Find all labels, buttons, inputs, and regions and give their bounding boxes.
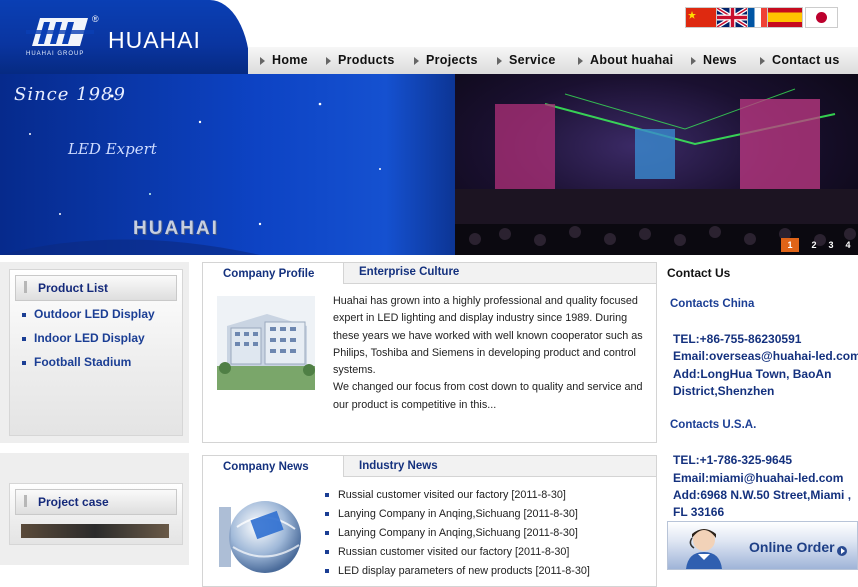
product-item-outdoor[interactable]: Outdoor LED Display [22, 307, 155, 321]
tab-industry-news[interactable]: Industry News [359, 460, 438, 472]
contacts-china-heading: Contacts China [670, 298, 755, 310]
news-tabs: Company News Industry News [203, 456, 656, 477]
banner-since-text: Since 1989 [14, 84, 126, 105]
tab-company-profile[interactable]: Company Profile [203, 263, 344, 284]
banner-page-4[interactable]: 4 [839, 238, 857, 252]
support-agent-icon [686, 529, 722, 569]
product-item-football[interactable]: Football Stadium [22, 355, 131, 369]
news-item-label: Russian customer visited our factory [20… [338, 546, 570, 558]
nav-projects[interactable]: Projects [414, 53, 478, 67]
bullet-icon [325, 531, 329, 536]
product-list-box: Product List Outdoor LED Display Indoor … [0, 262, 189, 443]
banner-tagline: LED Expert [68, 140, 157, 158]
project-case-image[interactable] [21, 524, 169, 538]
banner-page-1[interactable]: 1 [781, 238, 799, 252]
product-item-label: Indoor LED Display [34, 331, 145, 345]
contact-us-title: Contact Us [667, 266, 731, 280]
project-case-box: Project case [0, 453, 189, 565]
japan-flag-icon[interactable] [806, 8, 837, 27]
main-nav: Home Products Projects Service About hua… [248, 47, 858, 75]
project-case-panel: Project case [9, 483, 183, 545]
news-item[interactable]: LED display parameters of new products [… [325, 565, 590, 577]
header-bar-icon [24, 281, 27, 293]
bullet-icon [325, 512, 329, 517]
news-globe-image [217, 487, 301, 577]
nav-about-huahai[interactable]: About huahai [577, 53, 673, 67]
news-item[interactable]: Russial customer visited our factory [20… [325, 489, 566, 501]
product-list-header: Product List [15, 275, 177, 301]
tab-company-news[interactable]: Company News [203, 456, 344, 477]
china-address: Add:LongHua Town, BaoAn District,Shenzhe… [673, 367, 832, 399]
bullet-icon [325, 493, 329, 498]
news-item-label: Lanying Company in Anqing,Sichuang [2011… [338, 527, 578, 539]
bullet-icon [325, 550, 329, 555]
china-email-link[interactable]: Email:overseas@huahai-led.com [673, 348, 858, 365]
nav-home[interactable]: Home [260, 53, 308, 67]
tab-label: Company News [223, 461, 309, 473]
product-item-indoor[interactable]: Indoor LED Display [22, 331, 145, 345]
profile-tabs: Company Profile Enterprise Culture [203, 263, 656, 284]
header-bar-icon [24, 495, 27, 507]
hero-banner[interactable]: Since 1989 LED Expert HUAHAI 1 2 3 4 [0, 74, 858, 255]
project-case-title: Project case [38, 495, 109, 509]
nav-news[interactable]: News [691, 53, 737, 67]
profile-paragraph-2: We changed our focus from cost down to q… [333, 381, 643, 411]
bullet-icon [22, 336, 26, 341]
product-list-title: Product List [38, 281, 109, 295]
company-profile-panel: Company Profile Enterprise Culture Huaha… [202, 262, 657, 443]
nav-contact-us[interactable]: Contact us [760, 53, 840, 67]
china-tel: TEL:+86-755-86230591 [673, 332, 802, 346]
factory-building-image [217, 296, 315, 390]
usa-tel: TEL:+1-786-325-9645 [673, 453, 793, 467]
brand-name: HUAHAI [108, 27, 201, 53]
news-item-label: Russial customer visited our factory [20… [338, 489, 566, 501]
news-item-label: LED display parameters of new products [… [338, 565, 590, 577]
header: ® HUAHAI HUAHAI GROUP Home Products Proj… [0, 0, 858, 75]
project-case-header: Project case [15, 489, 177, 515]
usa-email-link[interactable]: Email:miami@huahai-led.com [673, 470, 858, 487]
company-profile-text: Huahai has grown into a highly professio… [333, 293, 647, 414]
profile-paragraph-1: Huahai has grown into a highly professio… [333, 295, 643, 377]
trademark-symbol: ® [92, 14, 99, 24]
nav-service[interactable]: Service [497, 53, 556, 67]
banner-brand: HUAHAI [133, 218, 219, 239]
huahai-logo-icon [26, 18, 94, 46]
banner-page-3[interactable]: 3 [822, 238, 840, 252]
product-item-label: Outdoor LED Display [34, 307, 155, 321]
contacts-usa-heading: Contacts U.S.A. [670, 419, 757, 431]
online-order-label: Online Order [749, 539, 835, 555]
uk-flag-icon[interactable] [717, 8, 748, 27]
china-flag-icon[interactable] [686, 8, 717, 27]
bullet-icon [22, 360, 26, 365]
news-item[interactable]: Russian customer visited our factory [20… [325, 546, 569, 558]
news-item[interactable]: Lanying Company in Anqing,Sichuang [2011… [325, 527, 578, 539]
concert-stage-image [455, 74, 858, 255]
bullet-icon [22, 312, 26, 317]
france-flag-icon[interactable] [748, 8, 768, 27]
news-item-label: Lanying Company in Anqing,Sichuang [2011… [338, 508, 578, 520]
spain-flag-icon[interactable] [768, 8, 802, 27]
online-order-button[interactable]: Online Order [667, 521, 858, 570]
product-list-panel: Product List Outdoor LED Display Indoor … [9, 269, 183, 436]
logo-area[interactable]: ® HUAHAI HUAHAI GROUP [0, 0, 250, 74]
company-news-panel: Company News Industry News Russial custo… [202, 455, 657, 587]
tab-label: Company Profile [223, 268, 315, 280]
news-item[interactable]: Lanying Company in Anqing,Sichuang [2011… [325, 508, 578, 520]
usa-address: Add:6968 N.W.50 Street,Miami , FL 33166 [673, 488, 852, 520]
arrow-right-icon [837, 546, 847, 556]
nav-products[interactable]: Products [326, 53, 395, 67]
brand-group: HUAHAI GROUP [26, 51, 85, 57]
tab-enterprise-culture[interactable]: Enterprise Culture [359, 266, 459, 278]
banner-page-2[interactable]: 2 [805, 238, 823, 252]
product-item-label: Football Stadium [34, 355, 132, 369]
bullet-icon [325, 569, 329, 574]
